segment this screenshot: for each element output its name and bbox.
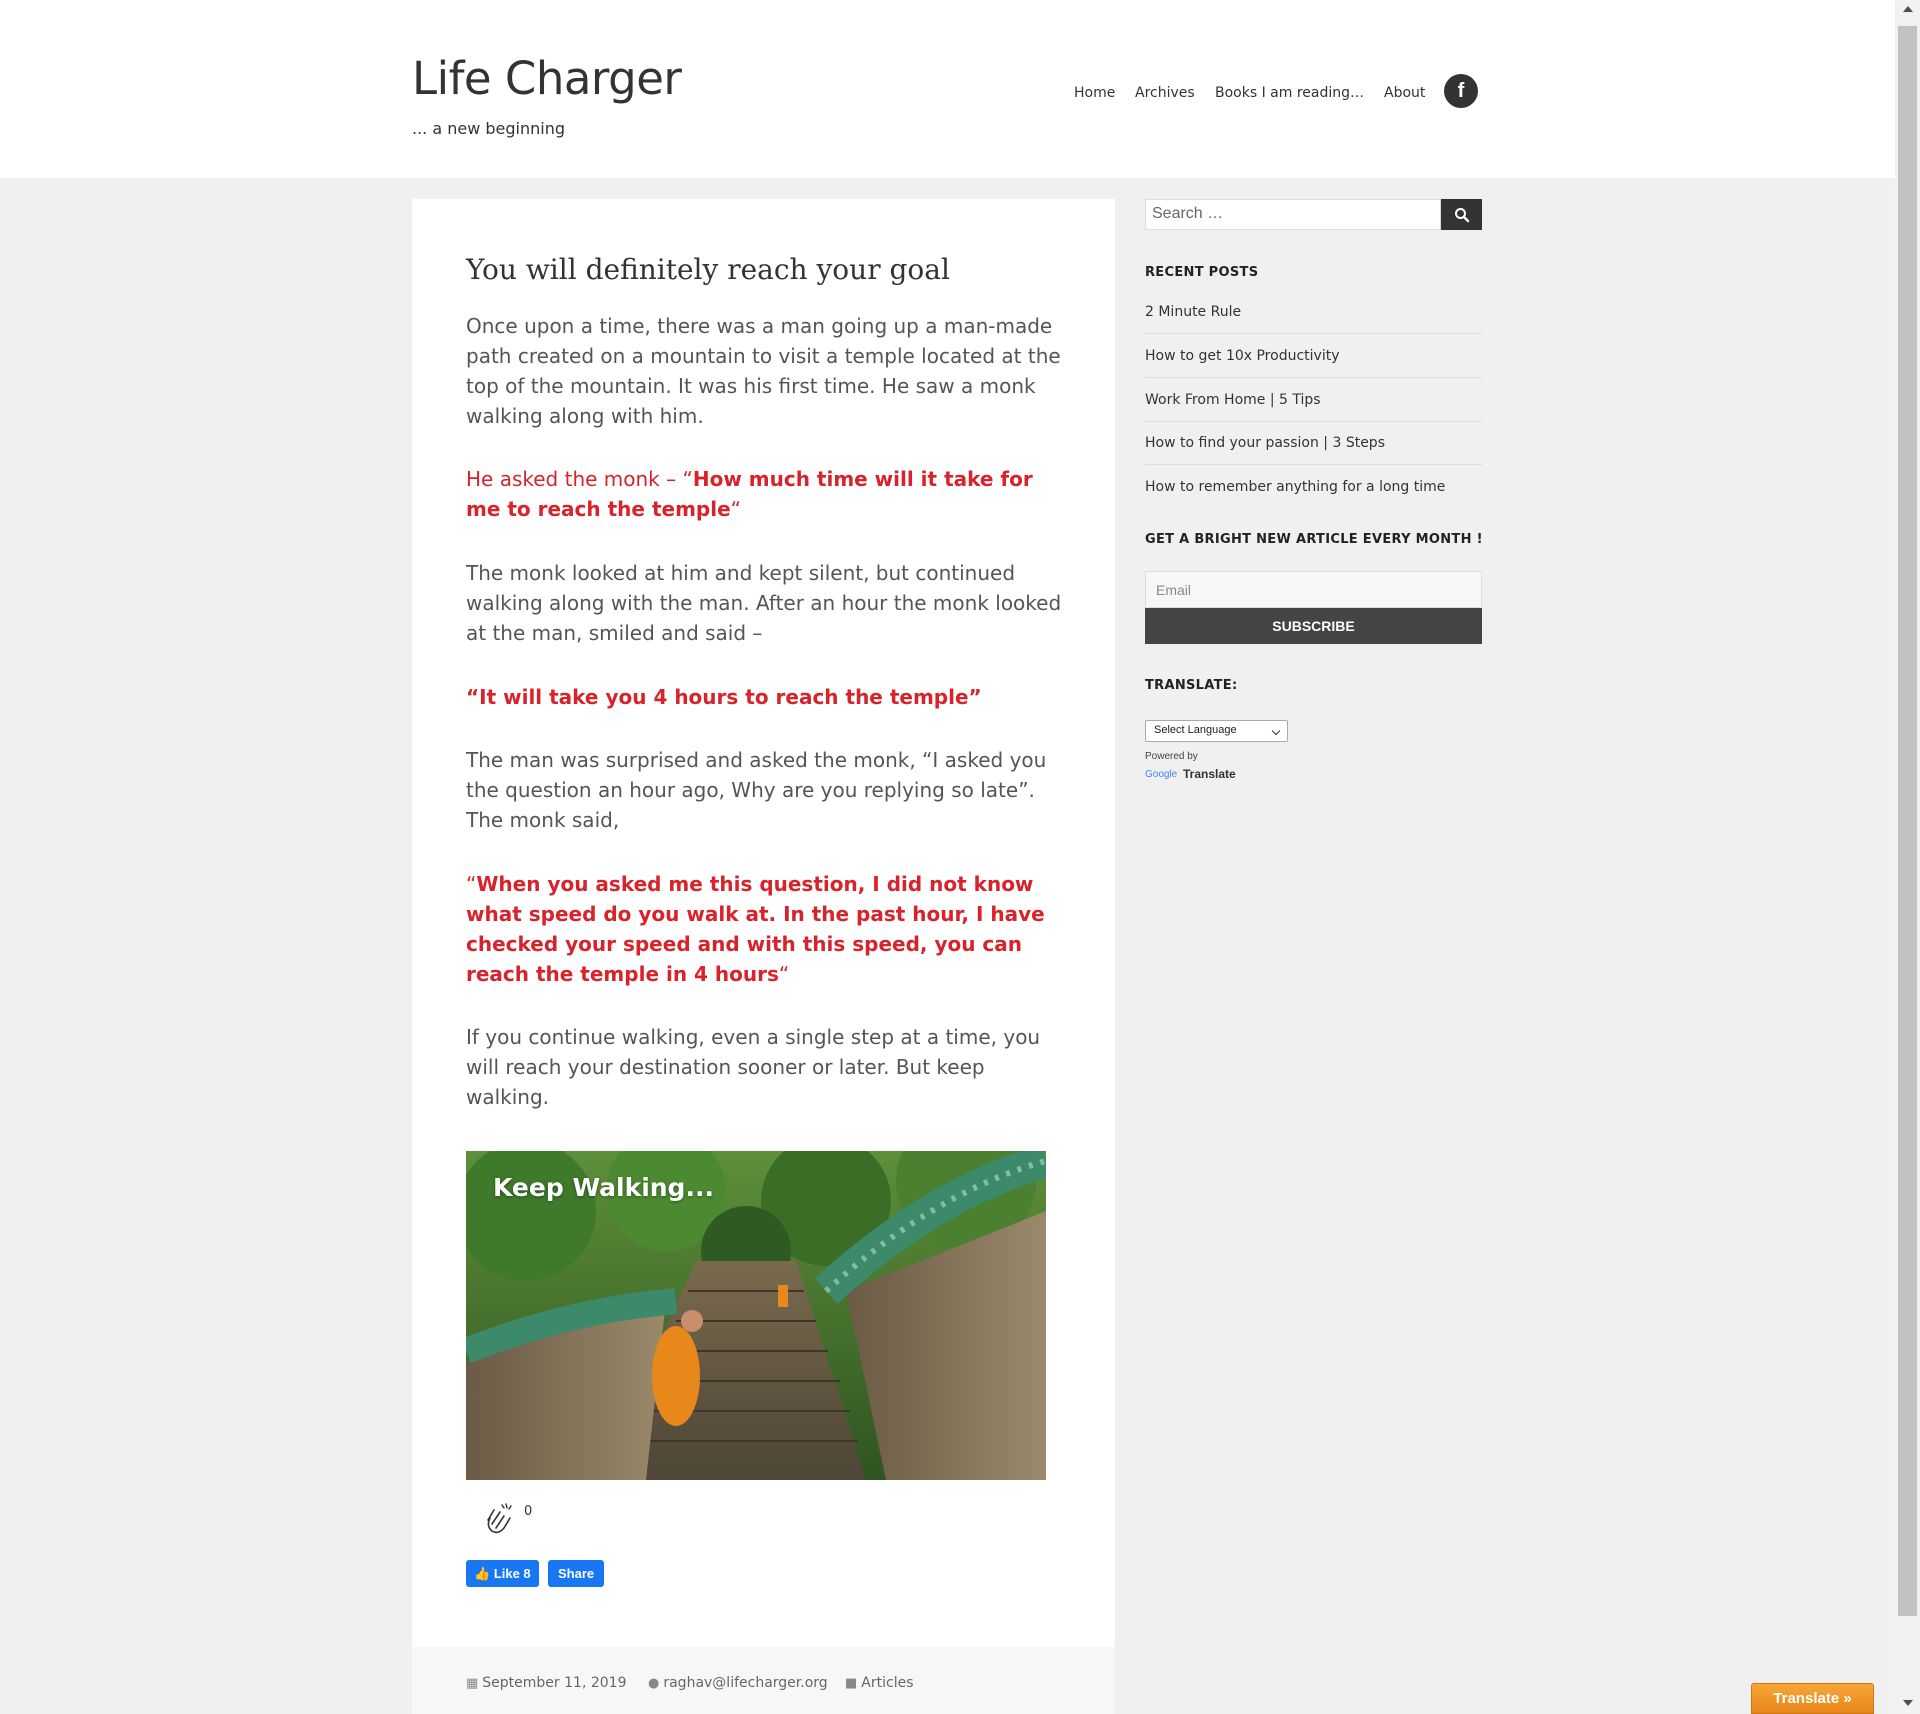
post-paragraph-3: The man was surprised and asked the monk… — [466, 748, 1047, 832]
scroll-up-arrow-icon[interactable] — [1903, 6, 1913, 12]
nav-item-books[interactable]: Books I am reading… — [1215, 85, 1364, 101]
post-date[interactable]: ▦ September 11, 2019 — [466, 1675, 626, 1691]
recent-posts-title: RECENT POSTS — [1145, 265, 1259, 280]
post-author-text[interactable]: raghav@lifecharger.org — [663, 1675, 827, 1691]
post-quote-1: He asked the monk – “How much time will … — [466, 464, 1066, 524]
translate-title: TRANSLATE: — [1145, 678, 1238, 693]
recent-post-item[interactable]: Work From Home | 5 Tips — [1145, 392, 1482, 422]
image-caption: Keep Walking... — [493, 1173, 714, 1202]
post-quote-3: “When you asked me this question, I did … — [466, 869, 1066, 989]
scroll-down-arrow-icon[interactable] — [1903, 1700, 1913, 1706]
google-wordmark: Google — [1145, 769, 1178, 780]
site-description: ... a new beginning — [412, 119, 566, 138]
clap-icon[interactable] — [480, 1500, 516, 1536]
nav-item-about[interactable]: About — [1384, 85, 1425, 101]
post-quote-2: “It will take you 4 hours to reach the t… — [466, 685, 982, 709]
facebook-share-button[interactable]: Share — [548, 1560, 605, 1587]
post-paragraph-1: Once upon a time, there was a man going … — [466, 314, 1061, 428]
translate-tab-button[interactable]: Translate » — [1751, 1683, 1874, 1714]
post-paragraph-2: The monk looked at him and kept silent, … — [466, 561, 1062, 645]
language-select-value: Select Language — [1154, 724, 1237, 736]
quote-3-suffix: “ — [778, 962, 790, 986]
recent-post-item[interactable]: How to remember anything for a long time — [1145, 479, 1482, 508]
recent-post-item[interactable]: How to get 10x Productivity — [1145, 348, 1482, 378]
folder-icon: ■ — [845, 1676, 858, 1691]
email-field[interactable]: Email — [1145, 571, 1482, 608]
nav-item-archives[interactable]: Archives — [1135, 85, 1195, 101]
quote-3-bold: When you asked me this question, I did n… — [466, 872, 1045, 986]
clap-count: 0 — [524, 1504, 533, 1519]
post-paragraph-4: If you continue walking, even a single s… — [466, 1025, 1041, 1109]
search-icon — [1454, 207, 1469, 222]
quote-1-suffix: “ — [730, 497, 742, 521]
chevron-down-icon — [1271, 726, 1281, 736]
language-select[interactable]: Select Language — [1145, 720, 1288, 742]
recent-post-item[interactable]: How to find your passion | 3 Steps — [1145, 435, 1482, 465]
google-logo: Google — [1145, 769, 1177, 780]
main-navigation: Home Archives Books I am reading… About — [0, 85, 1895, 109]
search-button[interactable] — [1441, 199, 1482, 230]
scroll-thumb[interactable] — [1898, 26, 1917, 1616]
subscribe-button[interactable]: SUBSCRIBE — [1145, 608, 1482, 644]
post-title: You will definitely reach your goal — [466, 253, 950, 286]
google-translate-link[interactable]: Translate — [1183, 767, 1236, 781]
search-input[interactable]: Search … — [1145, 199, 1441, 230]
quote-1-prefix: He asked the monk – “ — [466, 467, 693, 491]
powered-by-label: Powered by — [1145, 751, 1198, 762]
quote-3-prefix: “ — [466, 872, 477, 896]
facebook-icon[interactable]: f — [1444, 74, 1478, 108]
user-icon: ● — [648, 1676, 660, 1691]
calendar-icon: ▦ — [466, 1676, 479, 1691]
newsletter-title: GET A BRIGHT NEW ARTICLE EVERY MONTH ! — [1145, 532, 1483, 547]
facebook-like-label: Like 8 — [493, 1566, 531, 1581]
recent-post-item[interactable]: 2 Minute Rule — [1145, 304, 1482, 334]
post-image: Keep Walking... — [466, 1151, 1046, 1480]
nav-item-home[interactable]: Home — [1074, 85, 1115, 101]
post-category[interactable]: ■ Articles — [845, 1675, 914, 1691]
facebook-like-button[interactable]: 👍 Like 8 — [466, 1560, 539, 1587]
post-category-text[interactable]: Articles — [861, 1675, 913, 1691]
post-author[interactable]: ● raghav@lifecharger.org — [648, 1675, 828, 1691]
post-date-text[interactable]: September 11, 2019 — [482, 1675, 626, 1691]
